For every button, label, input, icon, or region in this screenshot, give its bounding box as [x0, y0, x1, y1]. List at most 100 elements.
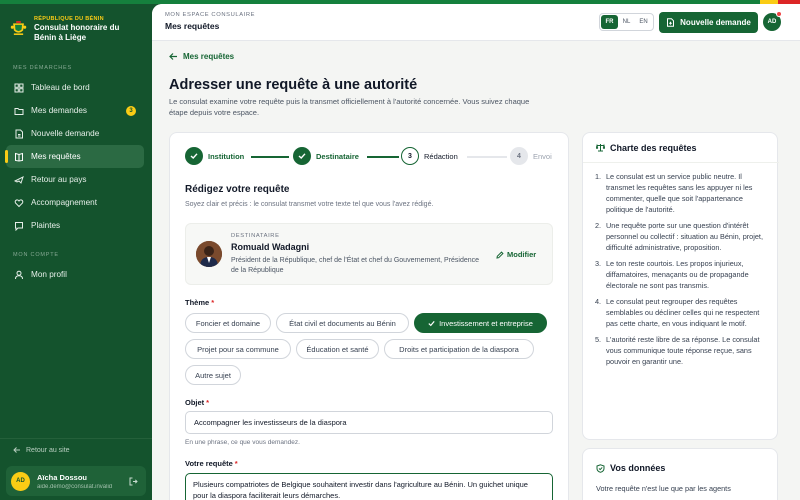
data-privacy-panel: Vos données Votre requête n'est lue que …	[582, 448, 778, 500]
step-redaction[interactable]: 3 Rédaction	[401, 147, 458, 165]
new-request-button[interactable]: Nouvelle demande	[659, 12, 758, 33]
section-label-demarches: MES DÉMARCHES	[13, 65, 72, 71]
theme-chip[interactable]: Droits et participation de la diaspora	[384, 339, 534, 359]
arrow-left-icon	[13, 447, 20, 453]
sidebar-item-label: Mon profil	[31, 270, 67, 279]
sidebar-item-nouvelle-demande[interactable]: Nouvelle demande	[6, 122, 144, 145]
recipient-name: Romuald Wadagni	[231, 242, 310, 252]
step-label: Destinataire	[316, 151, 359, 161]
back-link[interactable]: Mes requêtes	[169, 52, 234, 61]
request-textarea[interactable]: Plusieurs compatriotes de Belgique souha…	[185, 473, 553, 500]
charter-rule: 5. L'autorité reste libre de sa réponse. …	[595, 335, 760, 366]
stepper: Institution Destinataire 3 Rédaction 4 E…	[185, 147, 555, 167]
lang-nl[interactable]: NL	[618, 15, 635, 29]
charter-panel: Charte des requêtes 1. Le consulat est un…	[582, 132, 779, 440]
back-to-site-link[interactable]: Retour au site	[13, 446, 70, 454]
request-label: Votre requête *	[185, 459, 238, 468]
sidebar-item-label: Retour au pays	[31, 175, 87, 184]
sidebar-item-profil[interactable]: Mon profil	[6, 263, 144, 286]
sidebar-item-label: Nouvelle demande	[31, 129, 100, 138]
shield-icon	[596, 463, 605, 473]
theme-chip[interactable]: Foncier et domaine	[185, 313, 271, 333]
nav-demarches: Tableau de bord Mes demandes 3 Nouvelle …	[0, 76, 152, 237]
step-connector	[367, 156, 399, 158]
file-icon	[15, 129, 23, 138]
pencil-icon	[496, 250, 504, 259]
charter-rules: 1. Le consulat est un service public neut…	[595, 171, 770, 372]
check-icon	[428, 320, 435, 326]
user-icon	[15, 270, 23, 279]
header-title: Mes requêtes	[165, 21, 220, 31]
theme-chip[interactable]: Projet pour sa commune	[185, 339, 291, 359]
step-connector	[251, 156, 289, 158]
charter-rule: 3. Le ton reste courtois. Les propos inju…	[595, 259, 749, 290]
nav-compte: Mon profil	[0, 263, 152, 286]
lang-en[interactable]: EN	[635, 15, 652, 29]
edit-label: Modifier	[507, 250, 537, 259]
sidebar-divider	[0, 438, 152, 439]
step-destinataire[interactable]: Destinataire	[293, 147, 359, 165]
logout-icon[interactable]	[129, 477, 138, 486]
alert-icon	[15, 221, 23, 231]
page-description: Le consulat examine votre requête puis l…	[169, 97, 530, 117]
charter-title: Charte des requêtes	[610, 142, 697, 153]
sidebar-item-retour-pays[interactable]: Retour au pays	[6, 168, 144, 191]
arrow-left-icon	[169, 53, 177, 60]
theme-chip[interactable]: Éducation et santé	[296, 339, 379, 359]
coat-of-arms-icon	[10, 21, 27, 35]
count-badge: 3	[126, 106, 136, 116]
step-envoi[interactable]: 4 Envoi	[510, 147, 552, 165]
grid-icon	[14, 83, 24, 92]
privacy-title: Vos données	[610, 463, 666, 473]
edit-recipient-button[interactable]: Modifier	[496, 250, 536, 259]
step-number: 3	[401, 147, 419, 165]
privacy-header: Vos données	[596, 463, 665, 473]
check-icon	[293, 147, 311, 165]
plane-icon	[14, 175, 24, 184]
new-request-label: Nouvelle demande	[680, 18, 751, 27]
step-label: Institution	[208, 151, 245, 161]
main-area: MON ESPACE CONSULAIRE Mes requêtes FR NL…	[152, 4, 800, 500]
user-email: aide.demo@consulat.invalid	[37, 483, 113, 490]
theme-chip-selected[interactable]: Investissement et entreprise	[414, 313, 547, 333]
sidebar-item-label: Accompagnement	[31, 198, 97, 207]
lang-fr[interactable]: FR	[601, 15, 618, 29]
theme-chip[interactable]: État civil et documents au Bénin	[276, 313, 409, 333]
sidebar-item-demandes[interactable]: Mes demandes 3	[6, 99, 144, 122]
avatar: AD	[11, 471, 30, 491]
step-label: Rédaction	[424, 151, 458, 161]
sidebar: RÉPUBLIQUE DU BÉNIN Consulat honoraire d…	[0, 4, 152, 500]
sidebar-item-label: Plaintes	[31, 221, 61, 230]
theme-chip[interactable]: Autre sujet	[185, 365, 241, 385]
back-to-site-label: Retour au site	[26, 446, 70, 454]
notification-dot	[776, 11, 782, 17]
sidebar-item-plaintes[interactable]: Plaintes	[6, 214, 144, 237]
charter-header: Charte des requêtes	[583, 133, 779, 163]
charter-rule: 4. Le consulat peut regrouper des requête…	[595, 297, 760, 328]
step-institution[interactable]: Institution	[185, 147, 244, 165]
recipient-label: DESTINATAIRE	[231, 233, 280, 239]
file-plus-icon	[667, 18, 675, 27]
header-eyebrow: MON ESPACE CONSULAIRE	[165, 12, 256, 18]
brand-country: RÉPUBLIQUE DU BÉNIN	[34, 16, 104, 22]
sidebar-item-requetes[interactable]: Mes requêtes	[5, 145, 144, 168]
step-number: 4	[510, 147, 528, 165]
top-header: MON ESPACE CONSULAIRE Mes requêtes FR NL…	[152, 4, 800, 41]
recipient-role: Président de la République, chef de l'Ét…	[231, 257, 480, 274]
page-title: Adresser une requête à une autorité	[169, 77, 418, 93]
sidebar-item-dashboard[interactable]: Tableau de bord	[6, 76, 144, 99]
object-input[interactable]: Accompagner les investisseurs de la dias…	[185, 411, 553, 434]
recipient-box: DESTINATAIRE Romuald Wadagni Président d…	[185, 223, 553, 285]
check-icon	[185, 147, 203, 165]
section-label-compte: MON COMPTE	[13, 252, 59, 258]
step-connector	[467, 156, 507, 158]
charter-rule: 1. Le consulat est un service public neut…	[595, 172, 753, 214]
sidebar-item-label: Mes demandes	[31, 106, 87, 115]
heart-icon	[14, 198, 24, 207]
brand-title: Consulat honoraire du Bénin à Liège	[34, 23, 120, 42]
user-card: AD Aïcha Dossou aide.demo@consulat.inval…	[6, 466, 146, 496]
charter-rule: 2. Une requête porte sur une question d'i…	[595, 221, 763, 252]
sidebar-item-label: Tableau de bord	[31, 83, 90, 92]
sidebar-item-accompagnement[interactable]: Accompagnement	[6, 191, 144, 214]
theme-label: Thème *	[185, 298, 215, 307]
